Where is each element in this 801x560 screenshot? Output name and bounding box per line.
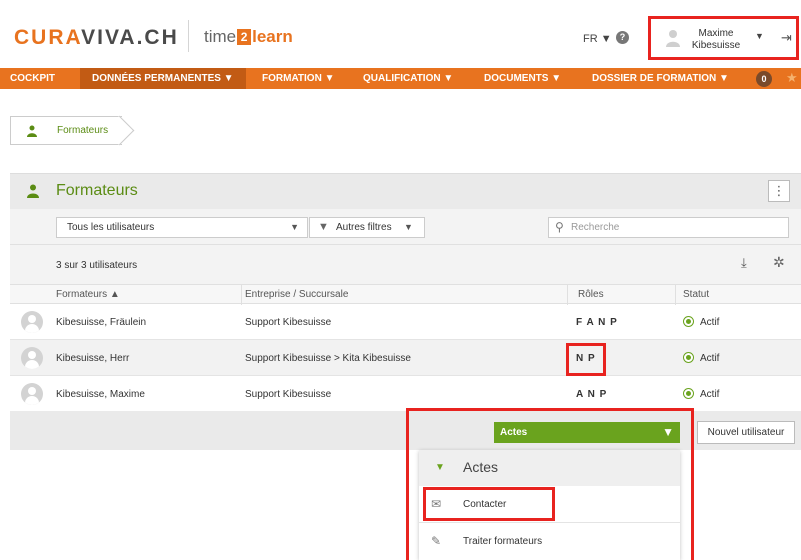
user-name: Maxime Kibesuisse xyxy=(683,28,749,52)
breadcrumb-label[interactable]: Formateurs xyxy=(57,125,108,136)
nav-item-documents[interactable]: DOCUMENTS ▼ xyxy=(484,68,561,89)
user-last-name: Kibesuisse xyxy=(691,40,741,51)
chevron-down-icon[interactable]: ▼ xyxy=(755,31,764,41)
search-input[interactable]: ⚲ Recherche xyxy=(548,217,789,238)
status-label: Actif xyxy=(700,389,720,400)
other-filters-label: Autres filtres xyxy=(336,222,392,233)
chevron-down-icon: ▼ xyxy=(404,222,413,232)
trainer-name[interactable]: Kibesuisse, Herr xyxy=(56,353,129,364)
new-user-button[interactable]: Nouvel utilisateur xyxy=(697,421,795,444)
results-count: 3 sur 3 utilisateurs xyxy=(56,260,138,271)
breadcrumb[interactable]: Formateurs xyxy=(10,116,122,145)
column-header-company[interactable]: Entreprise / Succursale xyxy=(245,289,348,300)
company-name: Support Kibesuisse xyxy=(245,389,332,400)
nav-item-cockpit[interactable]: COCKPIT xyxy=(0,68,80,89)
more-options-button[interactable]: ⋮ xyxy=(768,180,790,202)
logout-icon[interactable]: ⇥ xyxy=(781,30,792,46)
page-title: Formateurs xyxy=(56,182,138,199)
t2l-text-c: learn xyxy=(252,27,293,46)
chevron-down-icon: ▼ xyxy=(290,222,299,232)
help-icon[interactable]: ? xyxy=(616,31,629,44)
company-name: Support Kibesuisse xyxy=(245,317,332,328)
users-icon xyxy=(27,125,37,137)
results-toolbar: 3 sur 3 utilisateurs ⤓ ✲ xyxy=(10,244,801,284)
roles: A N P xyxy=(576,389,608,400)
trainer-name[interactable]: Kibesuisse, Fräulein xyxy=(56,317,146,328)
status-label: Actif xyxy=(700,317,720,328)
company-name: Support Kibesuisse > Kita Kibesuisse xyxy=(245,353,411,364)
actions-highlight xyxy=(406,408,694,560)
users-icon xyxy=(27,184,39,198)
curaviva-logo[interactable]: CURAVIVA.CH xyxy=(14,26,179,50)
avatar xyxy=(21,383,43,405)
star-icon[interactable]: ★ xyxy=(786,70,798,86)
status-label: Actif xyxy=(700,353,720,364)
status-active-icon xyxy=(683,316,694,327)
users-filter-value: Tous les utilisateurs xyxy=(67,222,155,233)
table-row[interactable]: Kibesuisse, Herr Support Kibesuisse > Ki… xyxy=(10,340,801,376)
other-filters-button[interactable]: ▼ Autres filtres ▼ xyxy=(309,217,425,238)
nav-item-donnees-permanentes[interactable]: DONNÉES PERMANENTES ▼ xyxy=(80,68,246,89)
column-header-roles[interactable]: Rôles xyxy=(578,289,604,300)
nav-item-formation[interactable]: FORMATION ▼ xyxy=(262,68,334,89)
trainer-name[interactable]: Kibesuisse, Maxime xyxy=(56,389,145,400)
column-divider xyxy=(675,285,676,305)
t2l-text-a: time xyxy=(204,27,237,46)
search-icon: ⚲ xyxy=(555,220,564,234)
notification-badge[interactable]: 0 xyxy=(756,71,772,87)
status-active-icon xyxy=(683,352,694,363)
table-header: Formateurs ▲ Entreprise / Succursale Rôl… xyxy=(10,284,801,305)
language-select[interactable]: FR ▼ xyxy=(583,33,612,45)
filter-icon: ▼ xyxy=(318,221,329,233)
column-header-status[interactable]: Statut xyxy=(683,289,709,300)
app-header: CURAVIVA.CH time 2 learn FR ▼ ? Maxime Kib… xyxy=(0,0,801,68)
logo-text-a: CURA xyxy=(14,26,82,49)
status-active-icon xyxy=(683,388,694,399)
settings-icon[interactable]: ✲ xyxy=(773,254,785,271)
filter-bar: Tous les utilisateurs ▼ ▼ Autres filtres… xyxy=(10,209,801,244)
roles-highlight xyxy=(566,343,606,376)
time2learn-logo[interactable]: time 2 learn xyxy=(204,27,293,47)
t2l-text-b: 2 xyxy=(237,29,252,45)
column-divider xyxy=(241,285,242,305)
column-header-name[interactable]: Formateurs ▲ xyxy=(56,289,120,300)
avatar xyxy=(21,347,43,369)
panel-header: Formateurs ⋮ xyxy=(10,173,801,209)
nav-item-dossier-de-formation[interactable]: DOSSIER DE FORMATION ▼ xyxy=(592,68,729,89)
user-first-name: Maxime xyxy=(698,28,734,39)
breadcrumb-area: Formateurs xyxy=(0,89,801,171)
logo-divider xyxy=(188,20,189,52)
logo-text-c: .CH xyxy=(136,26,179,49)
table-row[interactable]: Kibesuisse, Fräulein Support Kibesuisse … xyxy=(10,304,801,340)
logo-text-b: VIVA xyxy=(81,26,137,49)
search-placeholder: Recherche xyxy=(571,222,620,233)
table-row[interactable]: Kibesuisse, Maxime Support Kibesuisse A … xyxy=(10,376,801,412)
user-menu[interactable]: Maxime Kibesuisse ▼ ⇥ xyxy=(648,16,799,60)
main-nav: COCKPIT DONNÉES PERMANENTES ▼ FORMATION … xyxy=(0,68,801,89)
export-icon[interactable]: ⤓ xyxy=(741,255,747,271)
user-avatar-icon xyxy=(666,30,680,47)
roles: F A N P xyxy=(576,317,618,328)
column-divider xyxy=(567,285,568,305)
avatar xyxy=(21,311,43,333)
nav-item-qualification[interactable]: QUALIFICATION ▼ xyxy=(363,68,453,89)
contact-highlight xyxy=(423,487,555,521)
users-filter-select[interactable]: Tous les utilisateurs ▼ xyxy=(56,217,308,238)
